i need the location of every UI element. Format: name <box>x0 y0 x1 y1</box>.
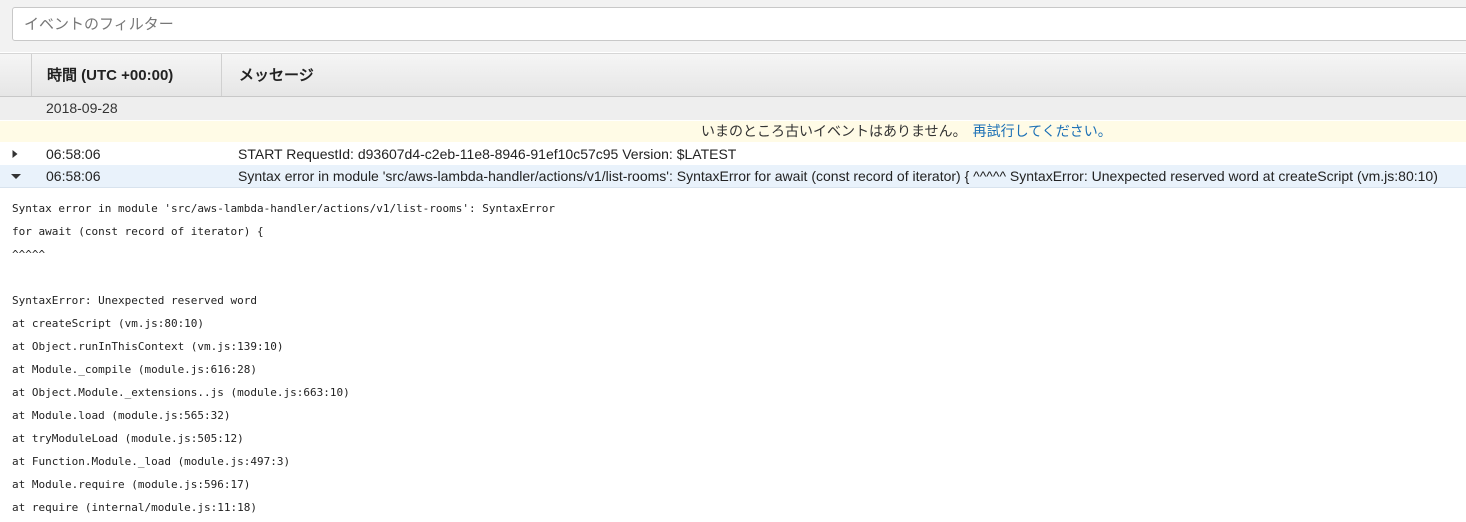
detail-line: at Module.require (module.js:596:17) <box>12 478 251 491</box>
detail-line: at Object.Module._extensions..js (module… <box>12 386 350 399</box>
retry-link[interactable]: 再試行してください。 <box>973 123 1112 139</box>
no-older-events-notice: いまのところ古いイベントはありません。 再試行してください。 <box>0 121 1466 142</box>
detail-line: for await (const record of iterator) { <box>12 225 264 238</box>
detail-line: at tryModuleLoad (module.js:505:12) <box>12 432 244 445</box>
log-event-row[interactable]: 06:58:06 Syntax error in module 'src/aws… <box>0 165 1466 188</box>
event-filter-input[interactable] <box>12 7 1466 41</box>
event-detail-panel: Syntax error in module 'src/aws-lambda-h… <box>0 192 1466 522</box>
detail-line: Syntax error in module 'src/aws-lambda-h… <box>12 202 556 215</box>
column-header-message[interactable]: メッセージ <box>222 54 1466 96</box>
detail-line: at Object.runInThisContext (vm.js:139:10… <box>12 340 284 353</box>
detail-line: SyntaxError: Unexpected reserved word <box>12 294 258 307</box>
date-group-row: 2018-09-28 <box>0 97 1466 120</box>
detail-line: at Module._compile (module.js:616:28) <box>12 363 258 376</box>
detail-line: at createScript (vm.js:80:10) <box>12 317 205 330</box>
header-toggle-column <box>0 54 32 96</box>
detail-line: at Function.Module._load (module.js:497:… <box>12 455 291 468</box>
collapse-arrow-icon[interactable] <box>11 165 21 187</box>
filter-bar <box>0 0 1466 52</box>
date-group-label: 2018-09-28 <box>46 100 118 116</box>
event-time: 06:58:06 <box>46 146 101 162</box>
event-message: Syntax error in module 'src/aws-lambda-h… <box>238 168 1438 184</box>
event-time: 06:58:06 <box>46 168 101 184</box>
detail-line: at require (internal/module.js:11:18) <box>12 501 258 514</box>
table-header: 時間 (UTC +00:00) メッセージ <box>0 53 1466 97</box>
event-message: START RequestId: d93607d4-c2eb-11e8-8946… <box>238 146 737 162</box>
expand-arrow-icon[interactable] <box>11 143 21 165</box>
detail-line: ^^^^^ <box>12 248 46 261</box>
log-event-row[interactable]: 06:58:06 START RequestId: d93607d4-c2eb-… <box>0 143 1466 166</box>
notice-text: いまのところ古いイベントはありません。 <box>701 123 967 139</box>
column-header-time[interactable]: 時間 (UTC +00:00) <box>32 54 222 96</box>
detail-line: at Module.load (module.js:565:32) <box>12 409 231 422</box>
